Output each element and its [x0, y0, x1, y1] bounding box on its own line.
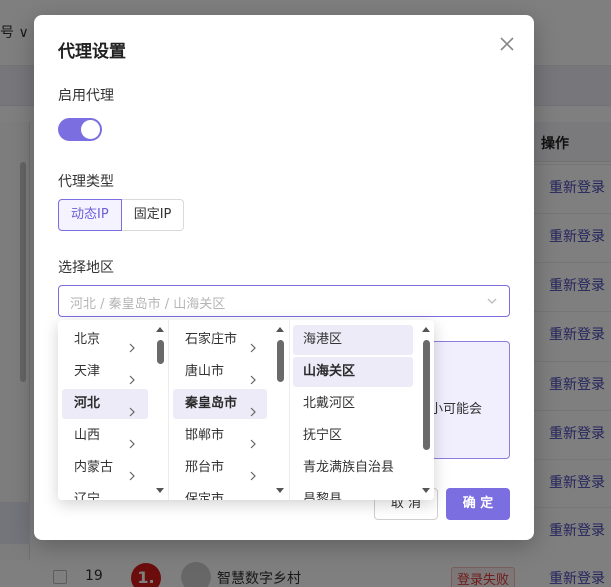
district-option[interactable]: 抚宁区: [293, 421, 413, 451]
city-option-label: 邯郸市: [185, 428, 225, 443]
city-option[interactable]: 唐山市: [173, 357, 267, 387]
region-label: 选择地区: [58, 260, 114, 276]
province-option[interactable]: 北京: [62, 325, 148, 355]
column-scrollbar[interactable]: [274, 320, 286, 500]
scroll-down-icon[interactable]: [422, 486, 430, 494]
city-option-label: 唐山市: [185, 364, 225, 379]
city-option[interactable]: 秦皇岛市: [173, 389, 267, 419]
district-option[interactable]: 青龙满族自治县: [293, 453, 413, 483]
scroll-up-icon[interactable]: [276, 326, 284, 334]
city-column: 石家庄市唐山市秦皇岛市邯郸市邢台市保定市: [169, 320, 290, 500]
column-scrollbar[interactable]: [154, 320, 166, 500]
proxy-type-selector: 动态IP 固定IP: [58, 199, 185, 231]
district-option-label: 青龙满族自治县: [303, 460, 395, 475]
chevron-down-icon: [486, 295, 498, 311]
district-column: 海港区山海关区北戴河区抚宁区青龙满族自治县昌黎县: [290, 320, 434, 500]
province-option-label: 辽宁: [74, 492, 101, 500]
district-option-label: 海港区: [303, 332, 343, 347]
scroll-thumb[interactable]: [157, 340, 164, 364]
scroll-down-icon[interactable]: [276, 486, 284, 494]
ok-button[interactable]: 确 定: [446, 488, 510, 520]
proxy-type-fixed-ip[interactable]: 固定IP: [121, 199, 185, 231]
district-option-label: 北戴河区: [303, 396, 356, 411]
province-column: 北京天津河北山西内蒙古辽宁: [58, 320, 169, 500]
province-option[interactable]: 辽宁: [62, 485, 148, 500]
district-option[interactable]: 山海关区: [293, 357, 413, 387]
city-option-label: 秦皇岛市: [185, 396, 238, 411]
scroll-up-icon[interactable]: [156, 326, 164, 334]
city-option-label: 保定市: [185, 492, 225, 500]
region-cascader[interactable]: 河北 / 秦皇岛市 / 山海关区: [58, 285, 510, 317]
city-option-label: 石家庄市: [185, 332, 238, 347]
scroll-up-icon[interactable]: [422, 326, 430, 334]
city-option[interactable]: 邯郸市: [173, 421, 267, 451]
column-scrollbar[interactable]: [420, 320, 432, 500]
district-option-label: 抚宁区: [303, 428, 343, 443]
proxy-type-label: 代理类型: [58, 174, 114, 190]
city-option[interactable]: 石家庄市: [173, 325, 267, 355]
info-notice-text: 小可能会: [430, 402, 483, 417]
chevron-right-icon: [249, 495, 257, 500]
province-option-label: 山西: [74, 428, 101, 443]
province-option[interactable]: 山西: [62, 421, 148, 451]
province-option-label: 北京: [74, 332, 101, 347]
region-placeholder: 河北 / 秦皇岛市 / 山海关区: [70, 297, 226, 312]
city-option[interactable]: 邢台市: [173, 453, 267, 483]
district-option-label: 昌黎县: [303, 492, 343, 500]
close-button[interactable]: [496, 33, 518, 55]
province-option[interactable]: 天津: [62, 357, 148, 387]
city-option[interactable]: 保定市: [173, 485, 267, 500]
district-option[interactable]: 北戴河区: [293, 389, 413, 419]
proxy-type-dynamic-ip[interactable]: 动态IP: [58, 199, 122, 231]
province-option[interactable]: 河北: [62, 389, 148, 419]
district-option-label: 山海关区: [303, 364, 356, 379]
scroll-down-icon[interactable]: [156, 486, 164, 494]
modal-title: 代理设置: [58, 42, 126, 62]
close-icon: [500, 37, 514, 51]
district-option[interactable]: 海港区: [293, 325, 413, 355]
city-option-label: 邢台市: [185, 460, 225, 475]
scroll-thumb[interactable]: [277, 340, 284, 382]
switch-knob: [81, 120, 100, 139]
scroll-thumb[interactable]: [423, 340, 430, 450]
chevron-right-icon: [128, 495, 136, 500]
province-option-label: 内蒙古: [74, 460, 114, 475]
region-cascader-panel: 北京天津河北山西内蒙古辽宁 石家庄市唐山市秦皇岛市邯郸市邢台市保定市 海港区山海…: [58, 320, 434, 500]
province-option-label: 天津: [74, 364, 101, 379]
province-option-label: 河北: [74, 396, 101, 411]
enable-proxy-label: 启用代理: [58, 88, 114, 104]
district-option[interactable]: 昌黎县: [293, 485, 413, 500]
enable-proxy-switch[interactable]: [58, 118, 102, 141]
province-option[interactable]: 内蒙古: [62, 453, 148, 483]
